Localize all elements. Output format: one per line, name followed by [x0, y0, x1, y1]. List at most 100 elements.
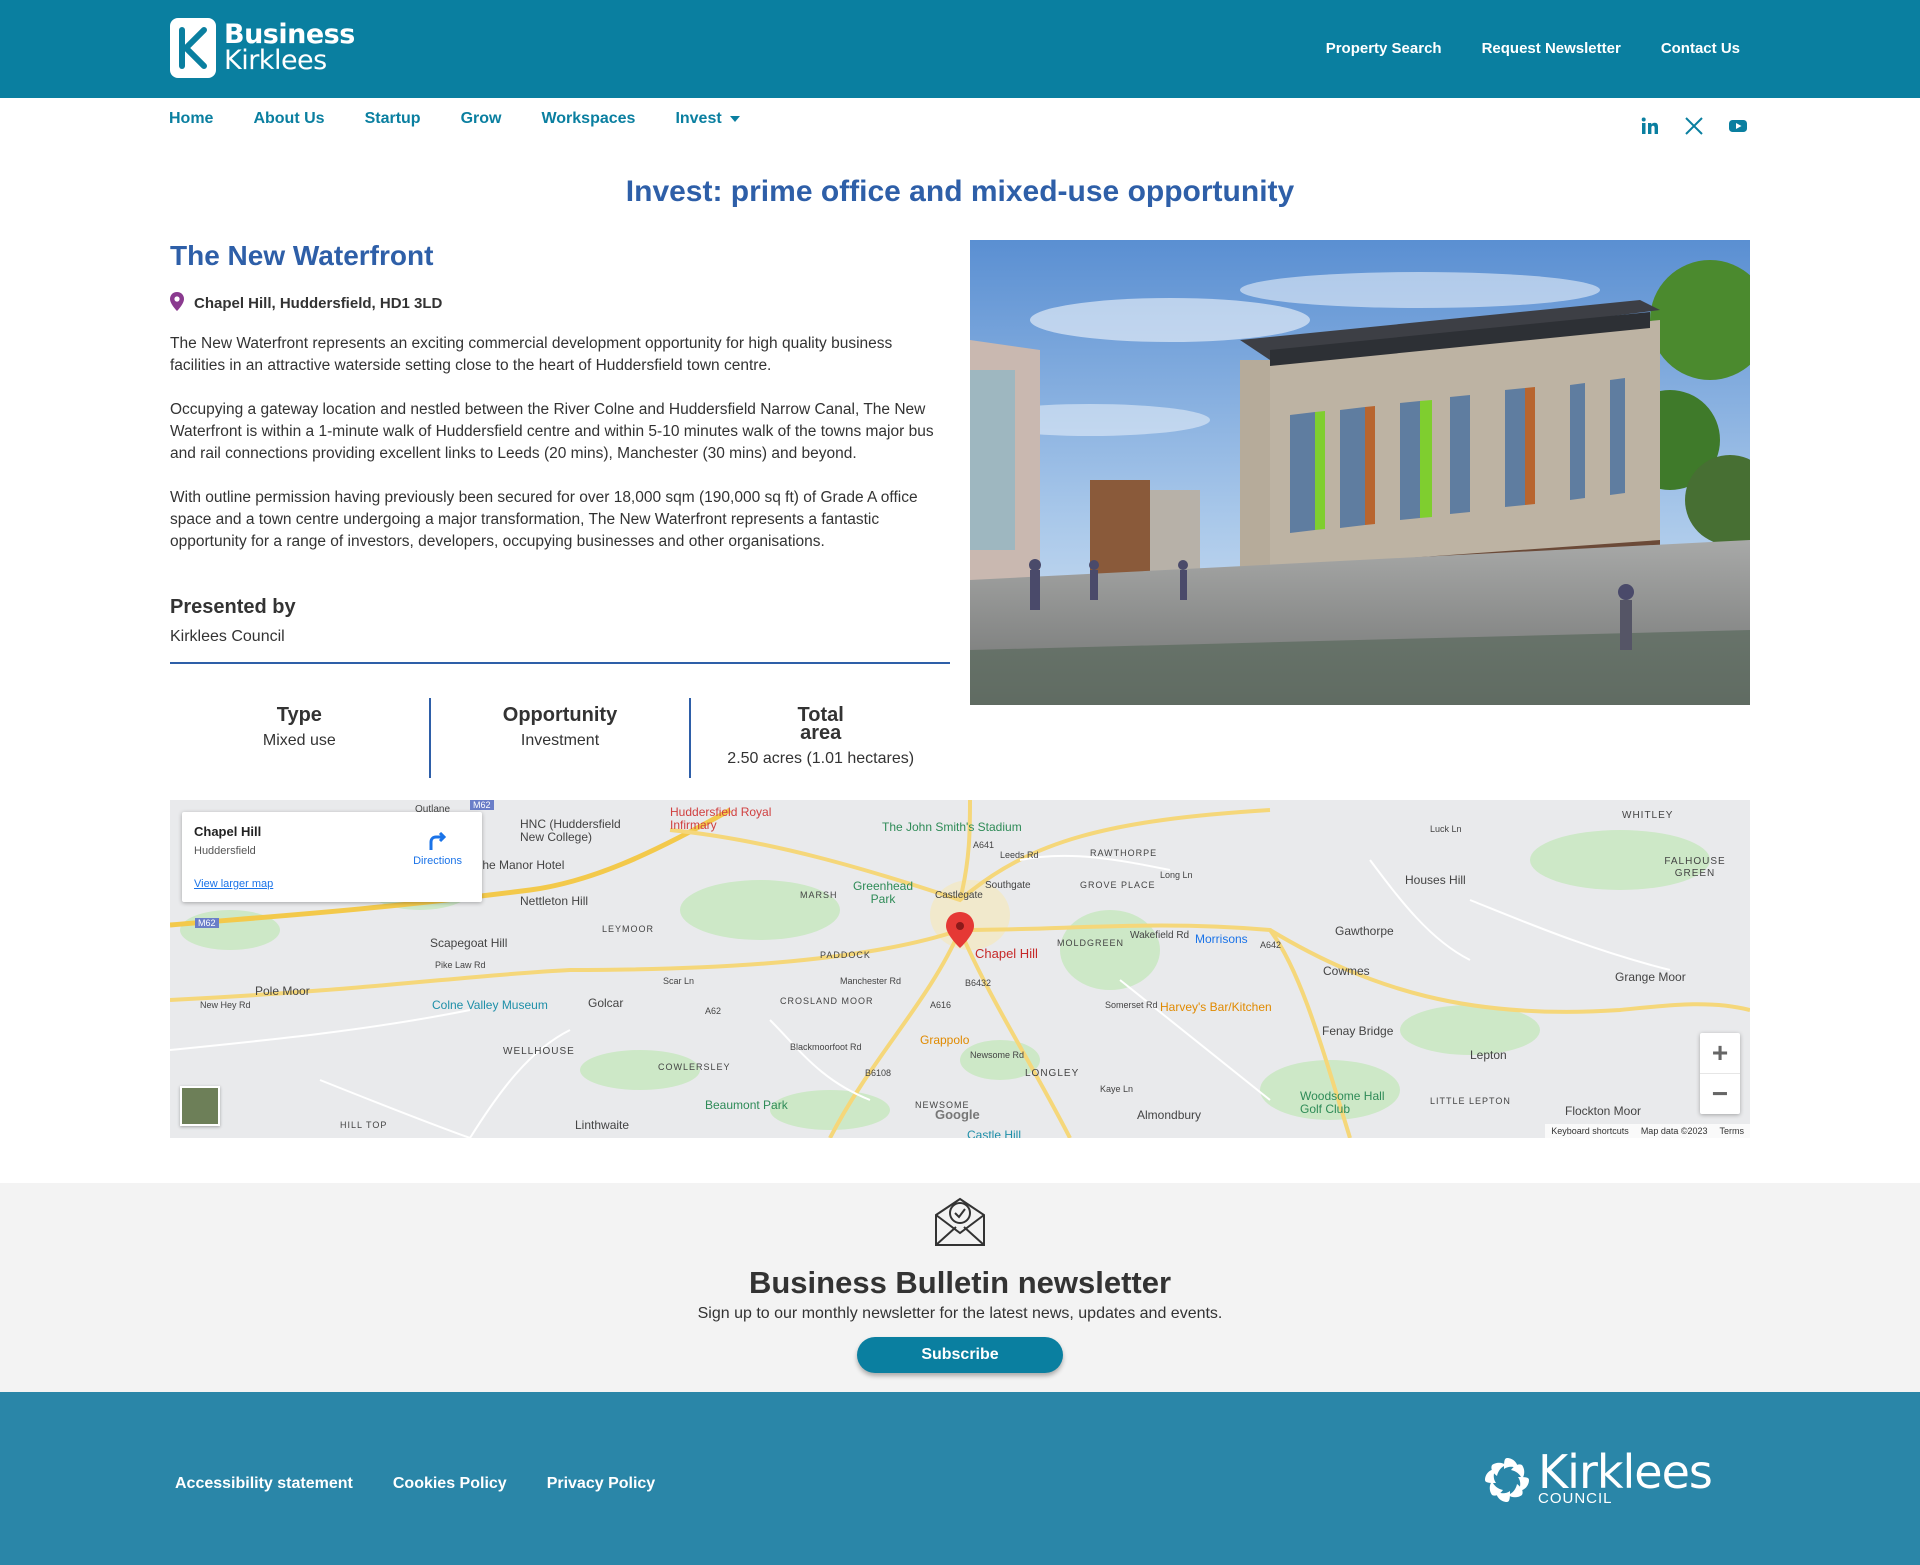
kirklees-swirl-icon	[1485, 1457, 1529, 1502]
map-road-label: Scar Ln	[663, 976, 695, 986]
site-footer: Accessibility statement Cookies Policy P…	[0, 1392, 1920, 1565]
map-road-label: Newsome Rd	[970, 1050, 1025, 1060]
presented-by-value: Kirklees Council	[170, 628, 285, 645]
stat-key: Total area	[691, 705, 950, 744]
nav-startup[interactable]: Startup	[365, 110, 421, 128]
property-search-link[interactable]: Property Search	[1326, 40, 1442, 57]
privacy-policy-link[interactable]: Privacy Policy	[547, 1475, 656, 1493]
logo-line-2: Kirklees	[224, 45, 327, 76]
map-place-label: Almondbury	[1137, 1108, 1202, 1122]
header-links: Property Search Request Newsletter Conta…	[1326, 40, 1740, 57]
map-road-label: Wakefield Rd	[1130, 930, 1190, 941]
property-title: The New Waterfront	[170, 240, 434, 271]
stat-value: Investment	[520, 732, 600, 749]
contact-us-link[interactable]: Contact Us	[1661, 40, 1740, 57]
stat-opportunity: Opportunity Investment	[428, 698, 690, 778]
map-place-label: Woodsome Hall Golf Club	[1300, 1089, 1385, 1116]
map-place-label: HILL TOP	[340, 1120, 388, 1130]
map-data-credit: Map data ©2023	[1640, 1126, 1708, 1136]
main-nav: Home About Us Startup Grow Workspaces In…	[169, 110, 740, 128]
linkedin-icon[interactable]	[1640, 116, 1660, 136]
map-road-label: M62	[470, 800, 494, 810]
satellite-toggle[interactable]	[180, 1086, 220, 1126]
map-card-subtitle: Huddersfield	[194, 845, 256, 857]
map-place-label: Gawthorpe	[1335, 924, 1394, 938]
x-icon[interactable]	[1684, 116, 1704, 136]
map-road-label: A62	[705, 1006, 722, 1016]
map-place-label: Fenay Bridge	[1322, 1024, 1394, 1038]
property-description: The New Waterfront represents an excitin…	[170, 333, 950, 575]
development-render-image	[970, 240, 1750, 705]
map-road-label: New Hey Rd	[200, 1000, 251, 1010]
map-road-label: Blackmoorfoot Rd	[790, 1042, 862, 1052]
stat-type: Type Mixed use	[170, 698, 429, 778]
map-place-label: LONGLEY	[1025, 1068, 1080, 1079]
newsletter-subtitle: Sign up to our monthly newsletter for th…	[697, 1305, 1223, 1322]
stat-key: Type	[276, 704, 322, 726]
map-place-label: LEYMOOR	[602, 924, 655, 934]
social-links	[1640, 116, 1748, 136]
envelope-check-icon	[930, 1193, 990, 1254]
map-place-label: Nettleton Hill	[520, 894, 589, 908]
map-road-label: A641	[973, 840, 995, 850]
nav-about-us[interactable]: About Us	[253, 110, 324, 128]
map-place-label: WHITLEY	[1622, 810, 1674, 821]
view-larger-map-link[interactable]: View larger map	[194, 878, 273, 890]
stat-value: Mixed use	[262, 732, 336, 749]
footer-links: Accessibility statement Cookies Policy P…	[175, 1475, 655, 1493]
location-pin-icon	[170, 292, 184, 315]
nav-invest[interactable]: Invest	[675, 110, 740, 128]
zoom-in-button[interactable]: +	[1700, 1033, 1740, 1073]
subscribe-button[interactable]: Subscribe	[857, 1337, 1063, 1373]
map-footer: Keyboard shortcuts Map data ©2023 Terms	[1545, 1124, 1750, 1138]
newsletter-section: Business Bulletin newsletter Sign up to …	[0, 1183, 1920, 1392]
nav-home[interactable]: Home	[169, 110, 213, 128]
business-kirklees-logo[interactable]: Business Kirklees	[170, 18, 355, 78]
map-pin-label: Chapel Hill	[975, 946, 1038, 961]
map-terms-link[interactable]: Terms	[1720, 1126, 1745, 1136]
map-road-label: Castlegate	[935, 890, 983, 901]
map-place-label: PADDOCK	[820, 950, 871, 960]
map-road-label: Southgate	[985, 880, 1031, 891]
youtube-icon[interactable]	[1728, 116, 1748, 136]
divider	[170, 662, 950, 664]
directions-icon	[429, 831, 446, 850]
map-place-label: Huddersfield Royal Infirmary	[670, 805, 772, 832]
map-road-label: B6432	[965, 978, 992, 988]
zoom-out-button[interactable]: −	[1700, 1073, 1740, 1113]
stat-key: Opportunity	[502, 704, 618, 726]
map-road-label: Pike Law Rd	[435, 960, 486, 970]
nav-grow[interactable]: Grow	[461, 110, 502, 128]
map-place-label: WELLHOUSE	[503, 1046, 575, 1057]
map-road-label: A616	[930, 1000, 952, 1010]
map-place-label: Lepton	[1470, 1048, 1507, 1062]
map-place-label: FALHOUSE GREEN	[1664, 856, 1726, 879]
request-newsletter-link[interactable]: Request Newsletter	[1482, 40, 1621, 57]
map-place-label: Greenhead Park	[852, 879, 914, 906]
nav-invest-label: Invest	[675, 110, 722, 127]
directions-button[interactable]: Directions	[413, 831, 462, 867]
keyboard-shortcuts-link[interactable]: Keyboard shortcuts	[1551, 1126, 1629, 1136]
map-road-label: Leeds Rd	[1000, 850, 1039, 860]
cookies-policy-link[interactable]: Cookies Policy	[393, 1475, 507, 1493]
accessibility-statement-link[interactable]: Accessibility statement	[175, 1475, 353, 1493]
directions-label: Directions	[413, 855, 462, 867]
map-road-label: Long Ln	[1160, 870, 1193, 880]
zoom-controls: + −	[1700, 1033, 1740, 1114]
map-place-label: The Manor Hotel	[475, 858, 565, 872]
kirklees-council-logo[interactable]: Kirklees COUNCIL	[1480, 1449, 1713, 1507]
location-map[interactable]: Chapel Hill Huddersfield Royal Infirmary…	[170, 800, 1750, 1138]
map-place-label: Grappolo	[920, 1033, 970, 1047]
map-place-label: Colne Valley Museum	[432, 998, 548, 1012]
address: Chapel Hill, Huddersfield, HD1 3LD	[170, 292, 442, 315]
map-place-label: Flockton Moor	[1565, 1104, 1642, 1118]
nav-workspaces[interactable]: Workspaces	[541, 110, 635, 128]
map-place-label: Houses Hill	[1405, 873, 1466, 887]
map-place-label: COWLERSLEY	[658, 1062, 731, 1072]
map-road-label: Luck Ln	[1430, 824, 1462, 834]
map-place-label: MOLDGREEN	[1057, 938, 1125, 948]
map-place-label: Linthwaite	[575, 1118, 630, 1132]
description-paragraph: With outline permission having previousl…	[170, 489, 918, 550]
stat-key-line: area	[800, 722, 842, 744]
map-place-label: MARSH	[800, 890, 838, 900]
